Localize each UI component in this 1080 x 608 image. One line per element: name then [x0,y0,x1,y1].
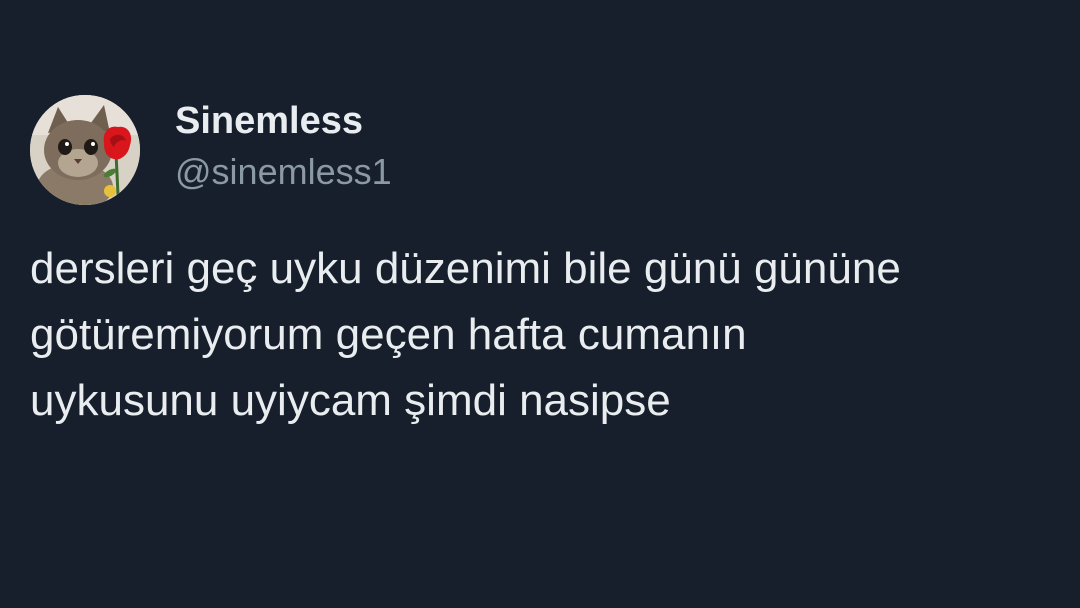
tweet-card: Sinemless @sinemless1 dersleri geç uyku … [0,0,1080,608]
tweet-text: dersleri geç uyku düzenimi bile günü gün… [30,244,901,425]
kitten-rose-avatar-icon [30,95,140,205]
avatar[interactable] [30,95,140,205]
display-name[interactable]: Sinemless [175,98,363,144]
user-handle[interactable]: @sinemless1 [175,150,392,194]
